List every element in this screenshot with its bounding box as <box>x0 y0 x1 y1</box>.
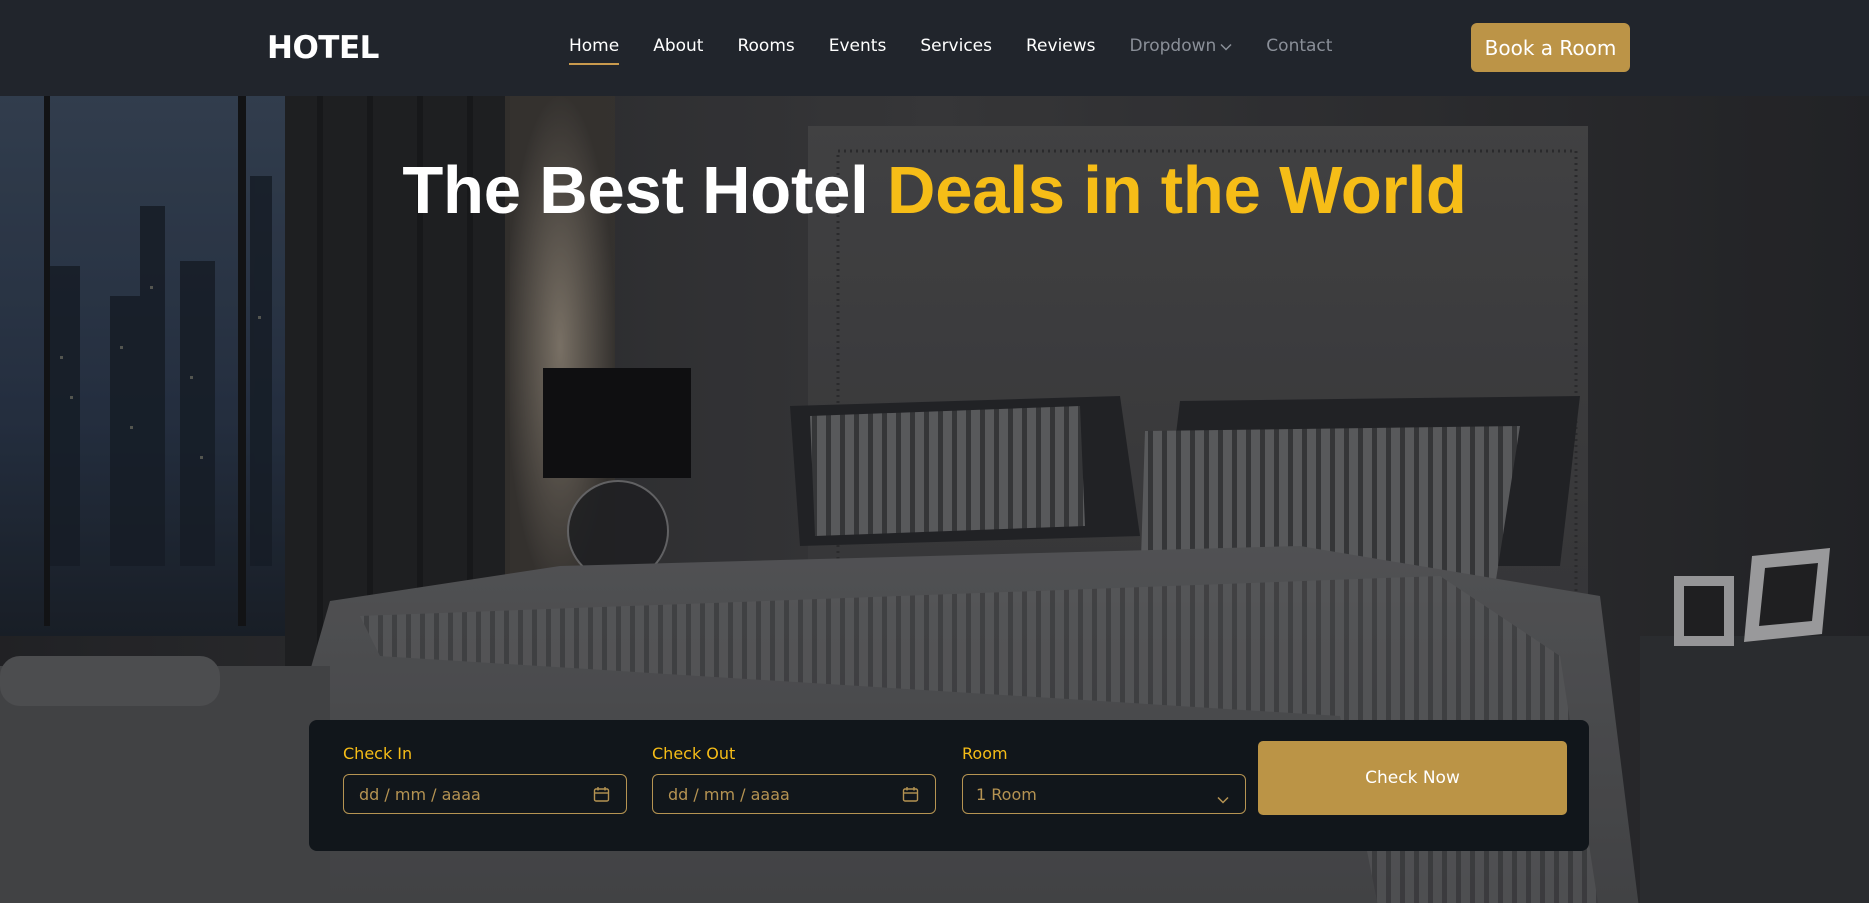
hero-title: The Best Hotel Deals in the World <box>0 152 1869 229</box>
nav-item-rooms[interactable]: Rooms <box>737 36 794 56</box>
main-nav: Home About Rooms Events Services Reviews… <box>569 36 1366 65</box>
book-room-button[interactable]: Book a Room <box>1471 23 1630 72</box>
check-out-label: Check Out <box>652 744 736 763</box>
check-in-input[interactable]: dd / mm / aaaa <box>343 774 627 814</box>
brand-logo[interactable]: HOTEL <box>267 30 379 66</box>
nav-item-dropdown[interactable]: Dropdown <box>1130 36 1233 56</box>
nav-item-contact[interactable]: Contact <box>1266 36 1332 56</box>
calendar-icon[interactable] <box>593 786 610 807</box>
chevron-down-icon <box>1220 36 1232 56</box>
room-select-value: 1 Room <box>976 784 1037 804</box>
check-out-input[interactable]: dd / mm / aaaa <box>652 774 936 814</box>
hero-title-highlight: Deals in the World <box>887 153 1467 228</box>
nav-item-reviews[interactable]: Reviews <box>1026 36 1096 56</box>
nav-dropdown-label: Dropdown <box>1129 36 1217 56</box>
nav-item-about[interactable]: About <box>653 36 703 56</box>
nav-item-events[interactable]: Events <box>829 36 887 56</box>
check-now-button[interactable]: Check Now <box>1258 741 1567 815</box>
check-in-value: dd / mm / aaaa <box>359 784 481 804</box>
booking-form: Check In dd / mm / aaaa Check Out dd / m… <box>309 720 1589 851</box>
nav-item-home[interactable]: Home <box>569 36 620 65</box>
hero-title-white: The Best Hotel <box>402 153 869 228</box>
check-in-field: Check In dd / mm / aaaa <box>343 744 627 814</box>
check-in-label: Check In <box>343 744 413 763</box>
top-navbar: HOTEL Home About Rooms Events Services R… <box>0 0 1869 96</box>
check-out-value: dd / mm / aaaa <box>668 784 790 804</box>
check-out-field: Check Out dd / mm / aaaa <box>652 744 936 814</box>
chevron-down-icon <box>1217 789 1229 808</box>
room-label: Room <box>962 744 1008 763</box>
calendar-icon[interactable] <box>902 786 919 807</box>
nav-item-services[interactable]: Services <box>920 36 992 56</box>
room-field: Room 1 Room <box>962 744 1246 814</box>
room-select[interactable]: 1 Room <box>962 774 1246 814</box>
